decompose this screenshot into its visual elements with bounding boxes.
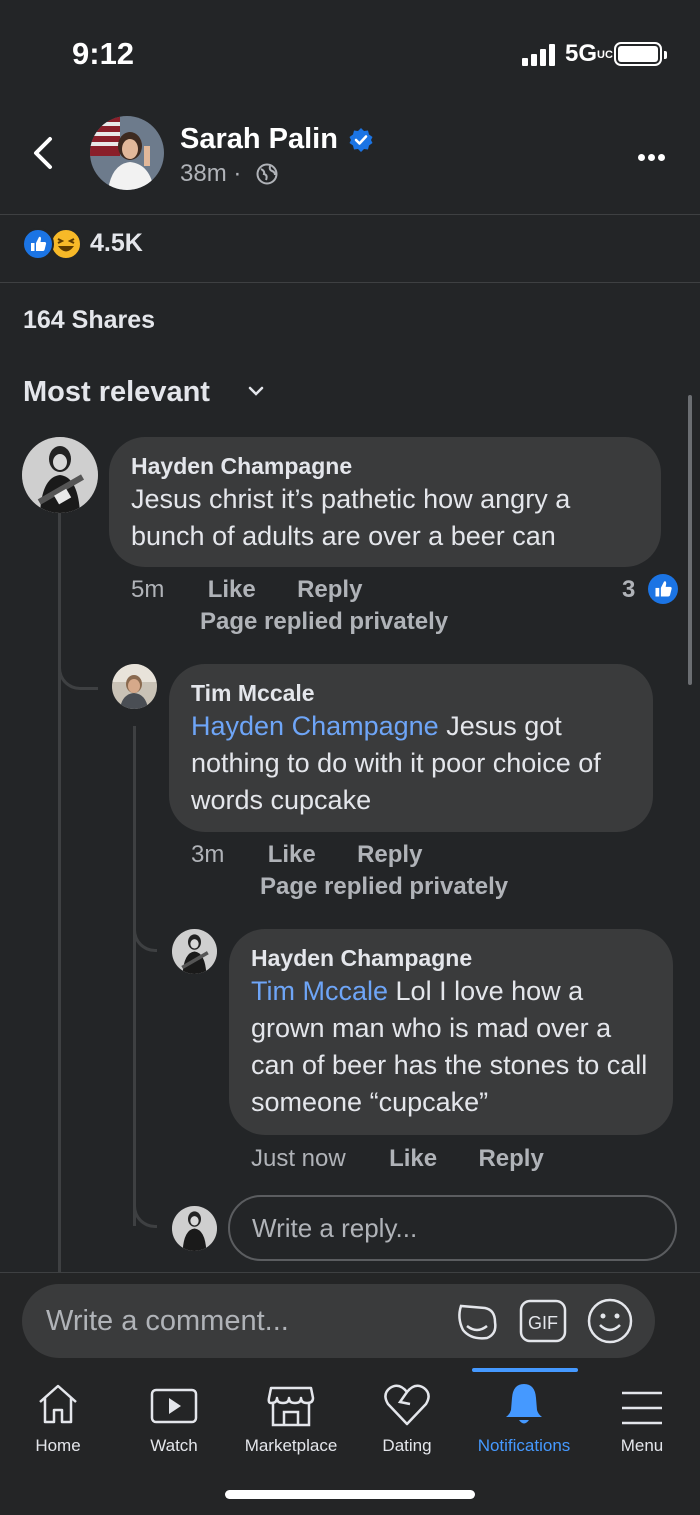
- mention-link[interactable]: Hayden Champagne: [191, 711, 439, 741]
- comment-time: 3m: [191, 841, 225, 868]
- page-name[interactable]: Sarah Palin: [180, 123, 338, 156]
- page-replied-label: Page replied privately: [260, 873, 509, 900]
- reply-button[interactable]: Reply: [478, 1145, 543, 1172]
- chevron-down-icon[interactable]: [246, 383, 266, 399]
- user-avatar: [172, 1206, 217, 1251]
- tab-home[interactable]: Home: [0, 1372, 116, 1456]
- reaction-count[interactable]: 4.5K: [90, 229, 143, 258]
- comment-actions: 3m Like Reply: [191, 841, 422, 869]
- more-options-icon[interactable]: [638, 148, 668, 166]
- commenter-avatar[interactable]: [112, 664, 157, 709]
- scrollbar[interactable]: [688, 395, 692, 685]
- tab-dating[interactable]: Dating: [349, 1372, 465, 1456]
- battery-icon: [614, 42, 667, 66]
- status-time: 9:12: [72, 36, 135, 71]
- commenter-avatar[interactable]: [22, 437, 98, 513]
- verified-badge-icon: [349, 128, 373, 152]
- tab-marketplace[interactable]: Marketplace: [233, 1372, 349, 1456]
- page-avatar[interactable]: [90, 116, 164, 190]
- like-reaction-icon: [648, 574, 678, 604]
- comment-text: Jesus christ it’s pathetic how angry a b…: [131, 484, 571, 551]
- dating-icon: [384, 1384, 430, 1426]
- comment-time: 5m: [131, 576, 165, 603]
- like-reaction-icon: [22, 228, 54, 260]
- post-comments-screen: 9:12 5GUC Sarah Palin 38m · 4.5K 164 Sha…: [0, 0, 700, 1515]
- home-indicator[interactable]: [225, 1490, 475, 1499]
- divider: [0, 282, 700, 283]
- chevron-left-icon: [34, 137, 52, 169]
- thread-line: [133, 726, 136, 1226]
- globe-icon: [256, 163, 278, 185]
- reply-input[interactable]: Write a reply...: [228, 1195, 677, 1261]
- like-button[interactable]: Like: [389, 1145, 437, 1172]
- marketplace-icon: [267, 1386, 315, 1427]
- thread-connector: [133, 912, 157, 952]
- comment-bubble[interactable]: Hayden Champagne Jesus christ it’s pathe…: [109, 437, 661, 567]
- comment-time: Just now: [251, 1145, 346, 1172]
- commenter-avatar[interactable]: [172, 929, 217, 974]
- post-time: 38m ·: [180, 160, 242, 187]
- emoji-icon[interactable]: [586, 1297, 634, 1345]
- mention-link[interactable]: Tim Mccale: [251, 976, 388, 1006]
- comment-author[interactable]: Tim Mccale: [191, 678, 631, 708]
- like-button[interactable]: Like: [268, 841, 316, 868]
- reply-button[interactable]: Reply: [297, 576, 362, 603]
- thread-line: [58, 512, 61, 1272]
- comment-actions: Just now Like Reply: [251, 1145, 544, 1173]
- thread-connector: [133, 1190, 157, 1228]
- comment-like-count[interactable]: 3: [622, 576, 635, 604]
- back-button[interactable]: [30, 136, 56, 175]
- sticker-icon[interactable]: [451, 1296, 501, 1346]
- haha-reaction-icon: [50, 228, 82, 260]
- menu-icon: [622, 1391, 662, 1425]
- bell-icon: [506, 1384, 542, 1424]
- page-replied-label: Page replied privately: [200, 608, 449, 635]
- comment-author[interactable]: Hayden Champagne: [251, 943, 651, 973]
- tab-menu[interactable]: Menu: [584, 1372, 700, 1456]
- gif-icon[interactable]: GIF: [519, 1299, 567, 1343]
- watch-icon: [150, 1388, 198, 1424]
- tab-watch[interactable]: Watch: [116, 1372, 232, 1456]
- home-icon: [39, 1384, 77, 1424]
- shares-count[interactable]: 164 Shares: [23, 306, 155, 335]
- comment-bubble[interactable]: Hayden Champagne Tim Mccale Lol I love h…: [229, 929, 673, 1135]
- network-label: 5GUC: [565, 40, 613, 67]
- sort-dropdown[interactable]: Most relevant: [23, 376, 210, 409]
- comment-author[interactable]: Hayden Champagne: [131, 451, 639, 481]
- comment-actions: 5m Like Reply: [131, 576, 362, 604]
- divider: [0, 214, 700, 215]
- comment-bubble[interactable]: Tim Mccale Hayden Champagne Jesus got no…: [169, 664, 653, 832]
- thread-connector: [58, 650, 98, 690]
- like-button[interactable]: Like: [208, 576, 256, 603]
- svg-text:GIF: GIF: [528, 1313, 558, 1333]
- reply-button[interactable]: Reply: [357, 841, 422, 868]
- tab-notifications[interactable]: Notifications: [466, 1372, 582, 1456]
